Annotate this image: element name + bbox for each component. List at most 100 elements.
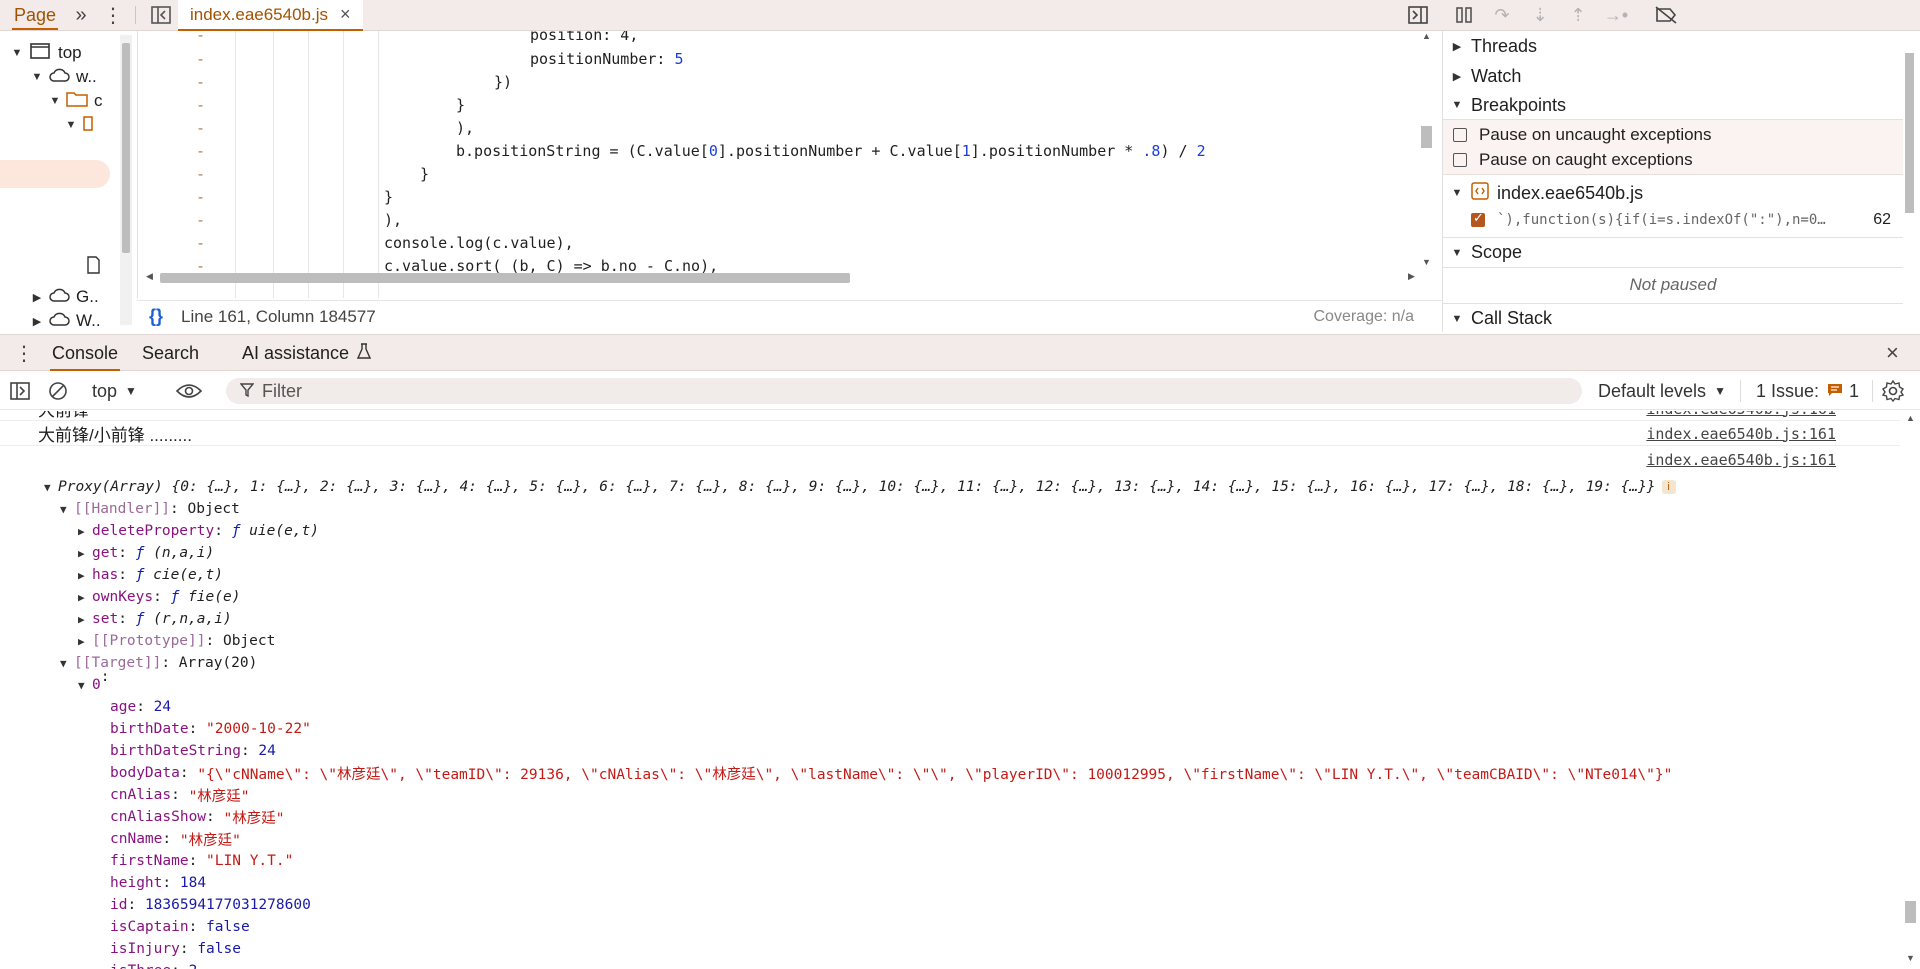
- breakpoint-file[interactable]: ▼ index.eae6540b.js: [1443, 180, 1903, 206]
- drawer-menu-icon[interactable]: ⋮: [14, 335, 34, 371]
- proxy-array-summary[interactable]: ▼ Proxy(Array) {0: {…}, 1: {…}, 2: {…}, 3…: [44, 476, 1676, 498]
- collapse-icon[interactable]: ▼: [78, 679, 92, 692]
- expand-icon[interactable]: ▼: [62, 119, 80, 131]
- section-breakpoints[interactable]: ▼ Breakpoints: [1443, 90, 1903, 120]
- expand-icon[interactable]: ▼: [28, 71, 46, 83]
- step-out-icon[interactable]: ⇡: [1560, 0, 1596, 30]
- property-row[interactable]: birthDateString: 24: [110, 740, 276, 762]
- step-icon[interactable]: →•: [1598, 0, 1634, 30]
- section-scope[interactable]: ▼ Scope: [1443, 237, 1903, 267]
- expand-icon[interactable]: ▶: [78, 591, 92, 604]
- toggle-debugger-sidebar-icon[interactable]: [1400, 0, 1436, 30]
- log-levels-dropdown[interactable]: Default levels ▼: [1598, 372, 1726, 410]
- collapse-icon[interactable]: ▼: [60, 657, 74, 670]
- scroll-right-icon[interactable]: ▶: [1408, 271, 1415, 282]
- expand-icon[interactable]: ▶: [78, 525, 92, 538]
- checkbox[interactable]: [1453, 153, 1467, 167]
- property-row[interactable]: birthDate: "2000-10-22": [110, 718, 311, 740]
- tree-node[interactable]: ▼ 0:: [78, 669, 118, 696]
- navigator-scrollbar[interactable]: [120, 35, 132, 325]
- console-scrollbar[interactable]: ▲ ▼: [1902, 411, 1918, 969]
- nav-item-origin-w[interactable]: ▼ w..: [28, 65, 97, 89]
- section-watch[interactable]: ▶ Watch: [1443, 61, 1903, 91]
- live-expression-eye-icon[interactable]: [176, 372, 202, 410]
- scroll-left-icon[interactable]: ◀: [146, 271, 153, 282]
- expand-icon[interactable]: ▶: [78, 569, 92, 582]
- tab-ai-assistance[interactable]: AI assistance: [242, 335, 372, 371]
- editor-horizontal-scrollbar[interactable]: ◀ ▶: [146, 271, 1416, 285]
- section-threads[interactable]: ▶ Threads: [1443, 31, 1903, 61]
- collapse-icon[interactable]: ▼: [60, 503, 74, 516]
- scroll-thumb[interactable]: [1905, 901, 1916, 923]
- nav-item-file[interactable]: [86, 255, 100, 279]
- expand-icon[interactable]: ▶: [28, 315, 46, 328]
- info-icon[interactable]: i: [1661, 480, 1676, 494]
- clear-console-icon[interactable]: [48, 372, 68, 410]
- code-editor[interactable]: - position: 4, - positionNumber: 5 - }) …: [137, 31, 1442, 298]
- property-row[interactable]: cnAliasShow: "林彦廷": [110, 806, 284, 828]
- property-row[interactable]: height: 184: [110, 872, 206, 894]
- expand-icon[interactable]: ▶: [78, 613, 92, 626]
- expand-icon[interactable]: ▼: [46, 95, 64, 107]
- pause-caught-option[interactable]: Pause on caught exceptions: [1453, 148, 1693, 172]
- toggle-navigator-icon[interactable]: [146, 0, 176, 30]
- scroll-up-icon[interactable]: ▲: [1906, 413, 1915, 423]
- console-output[interactable]: 大前锋 index.eae6540b.js:161 大前锋/小前锋 ......…: [0, 411, 1920, 969]
- scroll-thumb[interactable]: [1421, 126, 1432, 148]
- scroll-thumb[interactable]: [1905, 53, 1914, 213]
- step-over-icon[interactable]: ↷: [1484, 0, 1520, 30]
- property-row[interactable]: isInjury: false: [110, 938, 241, 960]
- scroll-thumb[interactable]: [160, 273, 850, 283]
- editor-vertical-scrollbar[interactable]: ▲ ▼: [1418, 31, 1434, 271]
- tree-node[interactable]: ▶ set: ƒ (r,n,a,i): [78, 608, 232, 630]
- source-link[interactable]: index.eae6540b.js:161: [1646, 451, 1836, 469]
- nav-item-folder-c[interactable]: ▼ c: [46, 89, 103, 113]
- console-settings-gear-icon[interactable]: [1882, 372, 1904, 410]
- property-row[interactable]: isCaptain: false: [110, 916, 250, 938]
- expand-icon[interactable]: ▶: [78, 635, 92, 648]
- section-call-stack[interactable]: ▼ Call Stack: [1443, 303, 1903, 332]
- property-row[interactable]: bodyData: "{\"cNName\": \"林彦廷\", \"teamI…: [110, 762, 1672, 784]
- coverage-status[interactable]: Coverage: n/a: [1313, 308, 1414, 326]
- tree-node[interactable]: ▶ deleteProperty: ƒ uie(e,t): [78, 520, 319, 542]
- expand-icon[interactable]: ▶: [78, 547, 92, 560]
- close-drawer-icon[interactable]: ×: [1886, 335, 1899, 371]
- breakpoint-checkbox[interactable]: [1471, 210, 1485, 227]
- tree-node[interactable]: ▶ has: ƒ cie(e,t): [78, 564, 223, 586]
- collapse-icon[interactable]: ▼: [44, 481, 58, 494]
- scroll-down-icon[interactable]: ▼: [1906, 953, 1915, 963]
- more-tabs-icon[interactable]: »: [68, 0, 94, 30]
- source-link[interactable]: index.eae6540b.js:161: [1646, 411, 1836, 418]
- property-row[interactable]: firstName: "LIN Y.T.": [110, 850, 293, 872]
- pause-uncaught-option[interactable]: Pause on uncaught exceptions: [1453, 123, 1712, 147]
- console-sidebar-toggle-icon[interactable]: [10, 372, 30, 410]
- property-row[interactable]: cnName: "林彦廷": [110, 828, 241, 850]
- step-into-icon[interactable]: ⇣: [1522, 0, 1558, 30]
- source-link[interactable]: index.eae6540b.js:161: [1646, 425, 1836, 443]
- nav-item-top[interactable]: ▼ top: [8, 41, 82, 65]
- context-selector[interactable]: top ▼: [92, 372, 162, 410]
- tree-node[interactable]: ▶ ownKeys: ƒ fie(e): [78, 586, 240, 608]
- checkbox[interactable]: [1453, 128, 1467, 142]
- tree-node[interactable]: ▼ [[Handler]]: Object: [60, 498, 240, 520]
- pause-icon[interactable]: [1446, 0, 1482, 30]
- nav-item-origin-w2[interactable]: ▶ W..: [28, 309, 101, 331]
- nav-item-folder[interactable]: ▼: [62, 113, 100, 137]
- console-filter-box[interactable]: [226, 378, 1582, 404]
- expand-icon[interactable]: ▶: [28, 291, 46, 304]
- scroll-thumb[interactable]: [122, 43, 130, 253]
- property-row[interactable]: isThree: 2: [110, 960, 197, 969]
- expand-icon[interactable]: ▼: [8, 47, 26, 59]
- scroll-down-icon[interactable]: ▼: [1422, 257, 1431, 267]
- sidebar-scrollbar[interactable]: [1903, 41, 1917, 326]
- property-row[interactable]: cnAlias: "林彦廷": [110, 784, 250, 806]
- file-tab[interactable]: index.eae6540b.js ×: [178, 0, 363, 31]
- tree-node[interactable]: ▶ get: ƒ (n,a,i): [78, 542, 214, 564]
- issues-button[interactable]: 1 Issue: 1: [1756, 372, 1859, 410]
- property-row[interactable]: age: 24: [110, 696, 171, 718]
- tree-node[interactable]: ▼ [[Target]]: Array(20): [60, 652, 257, 674]
- tab-console[interactable]: Console: [50, 335, 121, 371]
- pretty-print-icon[interactable]: {}: [149, 306, 163, 327]
- breakpoint-item[interactable]: `),function(s){if(i=s.indexOf(":"),n=0… …: [1471, 208, 1901, 232]
- close-tab-icon[interactable]: ×: [340, 4, 351, 25]
